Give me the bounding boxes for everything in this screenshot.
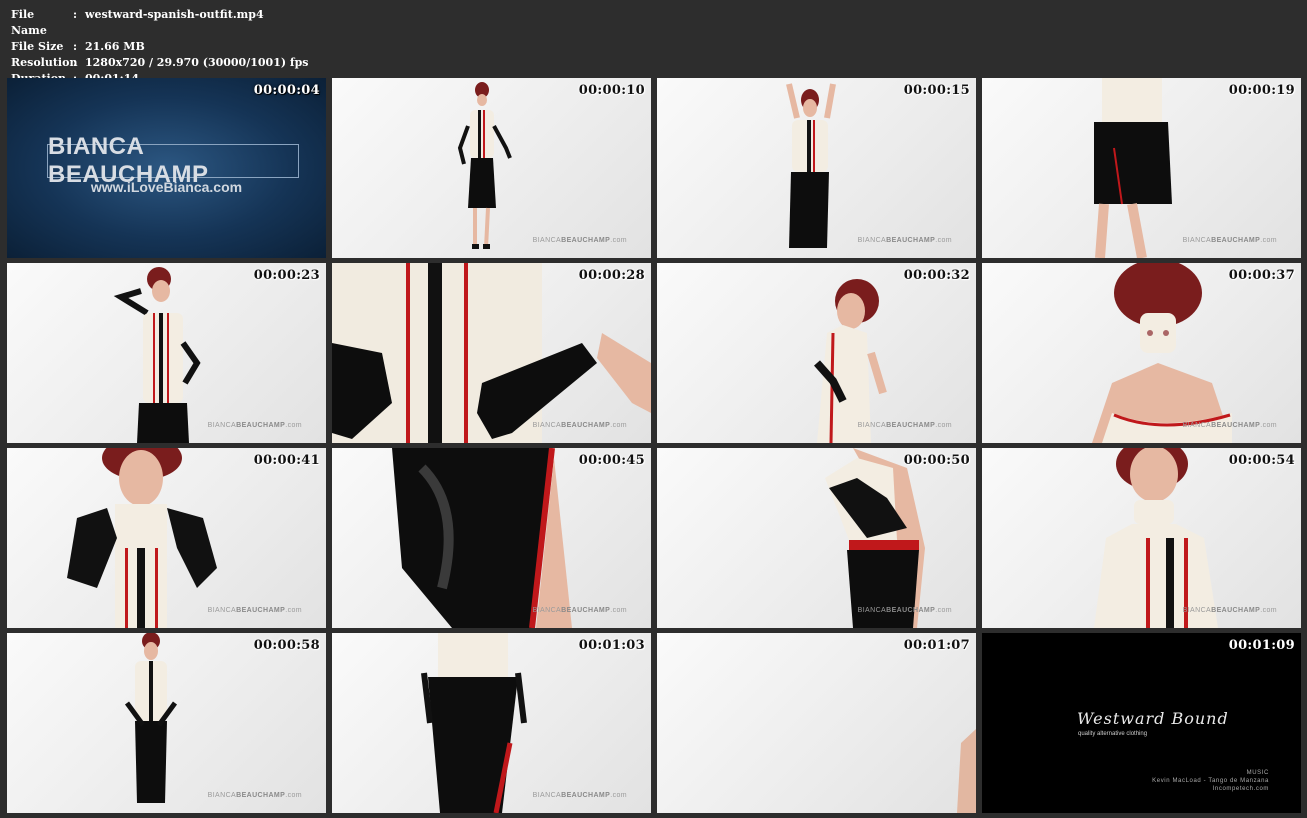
thumbnail[interactable]: BIANCABEAUCHAMP.com 00:01:03 <box>332 633 651 813</box>
watermark: BIANCABEAUCHAMP.com <box>857 607 952 614</box>
resolution-label: Resolution <box>11 56 78 69</box>
watermark: BIANCABEAUCHAMP.com <box>1182 237 1277 244</box>
file-name-row: File Name : westward-spanish-outfit.mp4 <box>11 7 309 39</box>
thumbnail[interactable]: Westward Bound quality alternative cloth… <box>982 633 1301 813</box>
thumbnail[interactable]: BIANCABEAUCHAMP.com 00:00:45 <box>332 448 651 628</box>
file-size-row: File Size : 21.66 MB <box>11 39 309 55</box>
timestamp: 00:00:54 <box>1228 453 1295 468</box>
separator: : <box>73 56 78 69</box>
file-size-value: 21.66 MB <box>85 40 145 53</box>
resolution-row: Resolution : 1280x720 / 29.970 (30000/10… <box>11 55 309 71</box>
timestamp: 00:00:41 <box>253 453 320 468</box>
watermark: BIANCABEAUCHAMP.com <box>1182 422 1277 429</box>
watermark: BIANCABEAUCHAMP.com <box>532 792 627 799</box>
watermark: BIANCABEAUCHAMP.com <box>207 422 302 429</box>
timestamp: 00:00:28 <box>578 268 645 283</box>
separator: : <box>73 8 78 21</box>
music-label: MUSIC <box>1246 770 1269 776</box>
timestamp: 00:01:09 <box>1228 638 1295 653</box>
watermark: BIANCABEAUCHAMP.com <box>857 237 952 244</box>
brand-logo: Westward Bound <box>1077 709 1229 728</box>
model-figure <box>332 263 651 443</box>
timestamp: 00:00:10 <box>578 83 645 98</box>
timestamp: 00:00:32 <box>903 268 970 283</box>
model-figure <box>957 729 976 813</box>
thumbnail[interactable]: BIANCABEAUCHAMP.com 00:00:32 <box>657 263 976 443</box>
timestamp: 00:00:45 <box>578 453 645 468</box>
music-credits: MUSIC Kevin MacLoad - Tango de Manzana I… <box>1152 769 1269 793</box>
thumbnail[interactable]: BIANCABEAUCHAMP.com 00:00:41 <box>7 448 326 628</box>
thumbnail[interactable]: BIANCABEAUCHAMP.com 00:00:23 <box>7 263 326 443</box>
thumbnail[interactable]: BIANCABEAUCHAMP.com 00:00:37 <box>982 263 1301 443</box>
thumbnail[interactable]: BIANCABEAUCHAMP.com 00:00:58 <box>7 633 326 813</box>
model-figure <box>814 279 887 443</box>
model-figure <box>421 633 527 813</box>
watermark: BIANCABEAUCHAMP.com <box>857 422 952 429</box>
file-name-value: westward-spanish-outfit.mp4 <box>85 8 264 21</box>
watermark: BIANCABEAUCHAMP.com <box>207 607 302 614</box>
watermark: BIANCABEAUCHAMP.com <box>532 422 627 429</box>
model-figure <box>392 448 572 628</box>
separator: : <box>73 40 78 53</box>
file-info: File Name : westward-spanish-outfit.mp4 … <box>11 7 309 87</box>
model-figure <box>825 448 925 628</box>
thumbnail[interactable]: BIANCABEAUCHAMP.com 00:00:50 <box>657 448 976 628</box>
thumbnail[interactable]: 00:01:07 <box>657 633 976 813</box>
watermark: BIANCABEAUCHAMP.com <box>532 607 627 614</box>
model-figure <box>124 633 178 803</box>
watermark: BIANCABEAUCHAMP.com <box>532 237 627 244</box>
model-figure <box>1094 448 1218 628</box>
timestamp: 00:01:03 <box>578 638 645 653</box>
timestamp: 00:00:19 <box>1228 83 1295 98</box>
thumbnail[interactable]: BIANCABEAUCHAMP.com 00:00:10 <box>332 78 651 258</box>
thumbnail[interactable]: BIANCABEAUCHAMP.com 00:00:19 <box>982 78 1301 258</box>
timestamp: 00:00:50 <box>903 453 970 468</box>
model-figure <box>67 448 217 628</box>
timestamp: 00:01:07 <box>903 638 970 653</box>
resolution-value: 1280x720 / 29.970 (30000/1001) fps <box>85 56 309 69</box>
timestamp: 00:00:15 <box>903 83 970 98</box>
timestamp: 00:00:37 <box>1228 268 1295 283</box>
model-figure <box>457 82 512 249</box>
music-credit: Kevin MacLoad - Tango de Manzana <box>1152 778 1269 784</box>
file-size-label: File Size <box>11 40 64 53</box>
intro-title: BIANCA BEAUCHAMP <box>47 133 299 188</box>
model-figure <box>1094 78 1172 258</box>
timestamp: 00:00:23 <box>253 268 320 283</box>
brand-tagline: quality alternative clothing <box>1078 731 1148 737</box>
file-name-label: File Name <box>11 8 47 37</box>
model-figure <box>1092 263 1232 443</box>
timestamp: 00:00:04 <box>253 83 320 98</box>
watermark: BIANCABEAUCHAMP.com <box>207 792 302 799</box>
thumbnail[interactable]: BIANCABEAUCHAMP.com 00:00:15 <box>657 78 976 258</box>
thumbnail-grid: BIANCA BEAUCHAMP www.iLoveBianca.com 00:… <box>7 78 1303 813</box>
watermark: BIANCABEAUCHAMP.com <box>1182 607 1277 614</box>
model-figure <box>786 83 836 248</box>
timestamp: 00:00:58 <box>253 638 320 653</box>
thumbnail[interactable]: BIANCABEAUCHAMP.com 00:00:54 <box>982 448 1301 628</box>
music-site: Incompetech.com <box>1212 786 1269 792</box>
thumbnail[interactable]: BIANCABEAUCHAMP.com 00:00:28 <box>332 263 651 443</box>
model-figure <box>113 267 201 443</box>
intro-url: www.iLoveBianca.com <box>90 179 243 195</box>
thumbnail[interactable]: BIANCA BEAUCHAMP www.iLoveBianca.com 00:… <box>7 78 326 258</box>
